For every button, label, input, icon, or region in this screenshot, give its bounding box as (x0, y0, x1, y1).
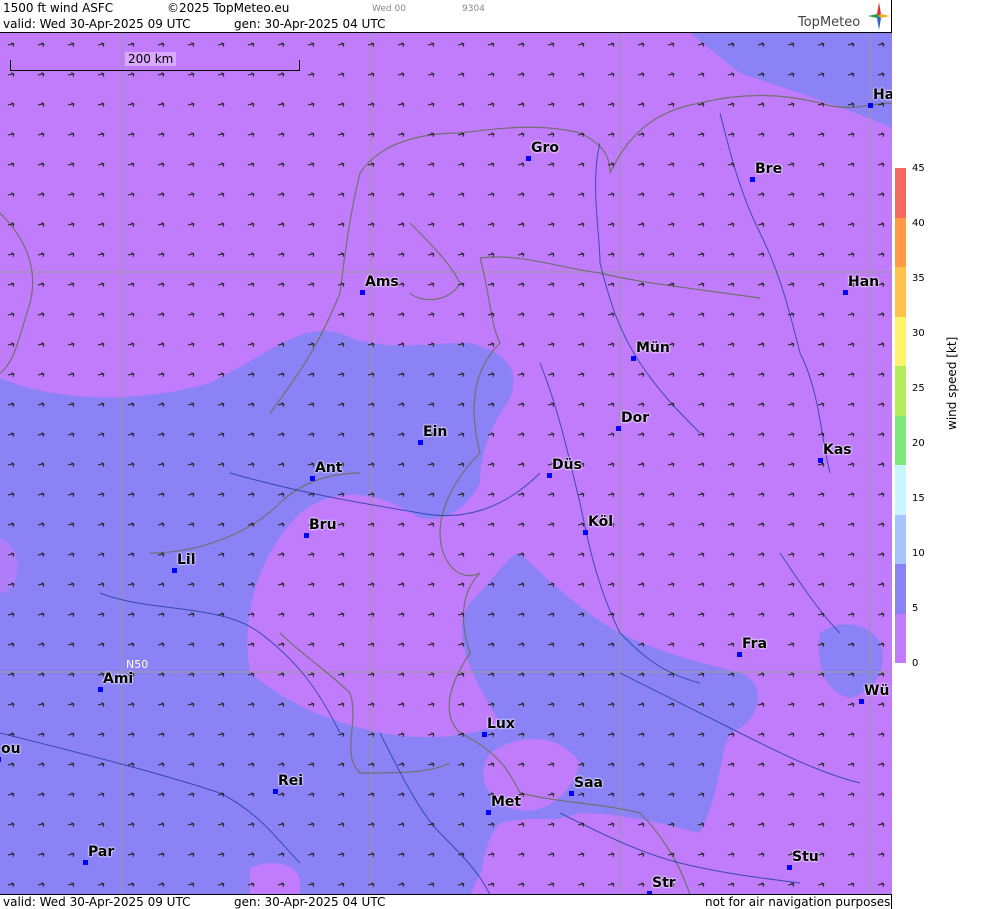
compass-icon (868, 2, 890, 30)
city-marker (750, 177, 755, 182)
city-label: Par (88, 844, 115, 860)
wind-speed-colorbar (895, 168, 906, 663)
city-marker (868, 103, 873, 108)
colorbar-tick: 20 (912, 438, 925, 449)
city-label: Ami (103, 671, 134, 687)
colorbar-segment (895, 415, 906, 465)
product-title: 1500 ft wind ASFC (3, 1, 114, 15)
city-marker (818, 458, 823, 463)
city-label: Mün (636, 340, 670, 356)
city-label: Rei (278, 773, 304, 789)
colorbar-tick: 45 (912, 163, 925, 174)
city-label: Ha (873, 87, 892, 103)
footer-valid-time: valid: Wed 30-Apr-2025 09 UTC (3, 895, 191, 909)
city-marker (859, 699, 864, 704)
run-code: 9304 (462, 4, 485, 14)
city-marker (98, 687, 103, 692)
city-label: Lil (177, 552, 196, 568)
city-marker (486, 810, 491, 815)
valid-time: valid: Wed 30-Apr-2025 09 UTC (3, 17, 191, 31)
city-marker (172, 568, 177, 573)
city-marker (843, 290, 848, 295)
city-label: Met (491, 794, 522, 810)
colorbar-segment (895, 366, 906, 416)
city-marker (583, 530, 588, 535)
footer-gen-time: gen: 30-Apr-2025 04 UTC (234, 895, 386, 909)
colorbar-segment (895, 217, 906, 267)
disclaimer: not for air navigation purposes (705, 895, 891, 909)
city-label: Düs (552, 457, 582, 473)
colorbar-segment (895, 514, 906, 564)
city-label: Fra (742, 636, 768, 652)
city-marker (737, 652, 742, 657)
gen-time: gen: 30-Apr-2025 04 UTC (234, 17, 386, 31)
city-marker (360, 290, 365, 295)
city-marker (83, 860, 88, 865)
city-label: Han (848, 274, 880, 290)
city-marker (304, 533, 309, 538)
colorbar-segment (895, 316, 906, 366)
city-marker (310, 476, 315, 481)
colorbar-title: wind speed [kt] (945, 336, 959, 430)
colorbar-tick: 5 (912, 603, 919, 614)
city-label: Dor (621, 410, 650, 426)
colorbar-tick: 15 (912, 493, 925, 504)
wind-map[interactable]: 200 km N50 Gro Bre Ha Ams Han Mün Dor Ein Kas Ant… (0, 33, 892, 895)
colorbar-segment (895, 613, 906, 663)
city-marker (631, 356, 636, 361)
brand-logo: TopMeteo (798, 2, 892, 32)
city-label: Kas (823, 442, 852, 458)
colorbar-tick: 35 (912, 273, 925, 284)
city-label: Saa (574, 775, 603, 791)
run-label: Wed 00 (372, 4, 406, 14)
city-label: Ams (365, 274, 399, 290)
city-marker (482, 732, 487, 737)
city-marker (787, 865, 792, 870)
city-label: Ant (315, 460, 343, 476)
latitude-label: N50 (126, 658, 149, 671)
copyright: ©2025 TopMeteo.eu (167, 1, 290, 15)
colorbar-tick: 25 (912, 383, 925, 394)
city-label: Bru (309, 517, 337, 533)
city-marker (273, 789, 278, 794)
city-label: Bre (755, 161, 783, 177)
city-label: Gro (531, 140, 560, 156)
city-label: Lux (487, 716, 515, 732)
city-label: Köl (588, 514, 614, 530)
city-label: ou (1, 741, 21, 757)
city-marker (526, 156, 531, 161)
city-marker (569, 791, 574, 796)
colorbar-tick: 40 (912, 218, 925, 229)
colorbar-tick: 0 (912, 658, 919, 669)
colorbar-tick: 30 (912, 328, 925, 339)
colorbar-segment (895, 267, 906, 317)
city-label: Wü (864, 683, 890, 699)
scale-label: 200 km (125, 52, 177, 66)
city-label: Stu (792, 849, 819, 865)
city-marker (547, 473, 552, 478)
colorbar-segment (895, 168, 906, 218)
colorbar-tick: 10 (912, 548, 925, 559)
city-marker (0, 757, 1, 762)
city-label: Str (652, 875, 676, 891)
colorbar-segment (895, 564, 906, 614)
city-marker (418, 440, 423, 445)
city-marker (616, 426, 621, 431)
brand-name: TopMeteo (798, 15, 861, 30)
colorbar-segment (895, 465, 906, 515)
city-label: Ein (423, 424, 448, 440)
